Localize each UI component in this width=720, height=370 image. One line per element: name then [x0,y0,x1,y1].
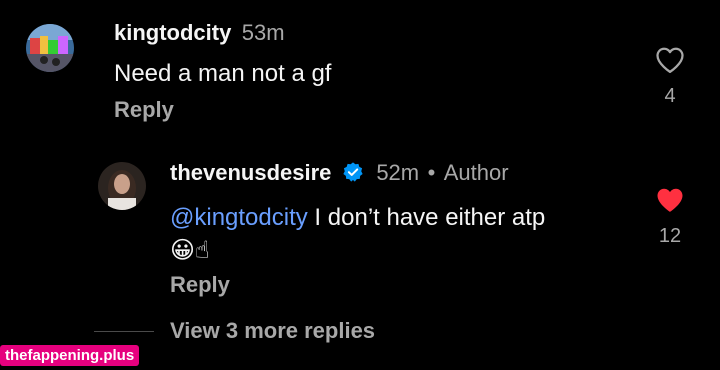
avatar-image [98,162,146,210]
emoji-grin-pointing: 😀☝ [170,236,210,264]
reply-button[interactable]: Reply [114,97,174,123]
verified-badge-icon [343,162,363,182]
mention-link[interactable]: @kingtodcity [170,204,308,231]
comment-text: Need a man not a gf [114,60,332,87]
avatar-image [26,24,74,72]
divider-line [94,330,154,332]
avatar-kingtodcity[interactable] [26,24,74,72]
heart-filled-icon [657,188,683,212]
reply-button[interactable]: Reply [170,272,230,298]
heart-outline-icon [656,47,684,73]
comment-text: @kingtodcity I don’t have either atp 😀☝ [170,202,630,267]
view-more-label[interactable]: View 3 more replies [170,318,375,344]
comment-body: I don’t have either atp [307,204,546,231]
like-count: 4 [664,85,676,107]
avatar-thevenusdesire[interactable] [98,162,146,210]
author-label: Author [443,160,509,185]
like-count: 12 [658,225,682,247]
meta-separator: • [427,160,436,185]
watermark: thefappening.plus [0,345,140,366]
comment-username[interactable]: kingtodcity [114,20,231,45]
like-button[interactable]: 4 [650,46,690,108]
comment-username[interactable]: thevenusdesire [170,160,331,185]
comment-time: 53m [241,20,285,45]
like-button[interactable]: 12 [650,186,690,248]
view-more-replies[interactable]: View 3 more replies [94,318,375,344]
comment-time: 52m [376,160,420,185]
